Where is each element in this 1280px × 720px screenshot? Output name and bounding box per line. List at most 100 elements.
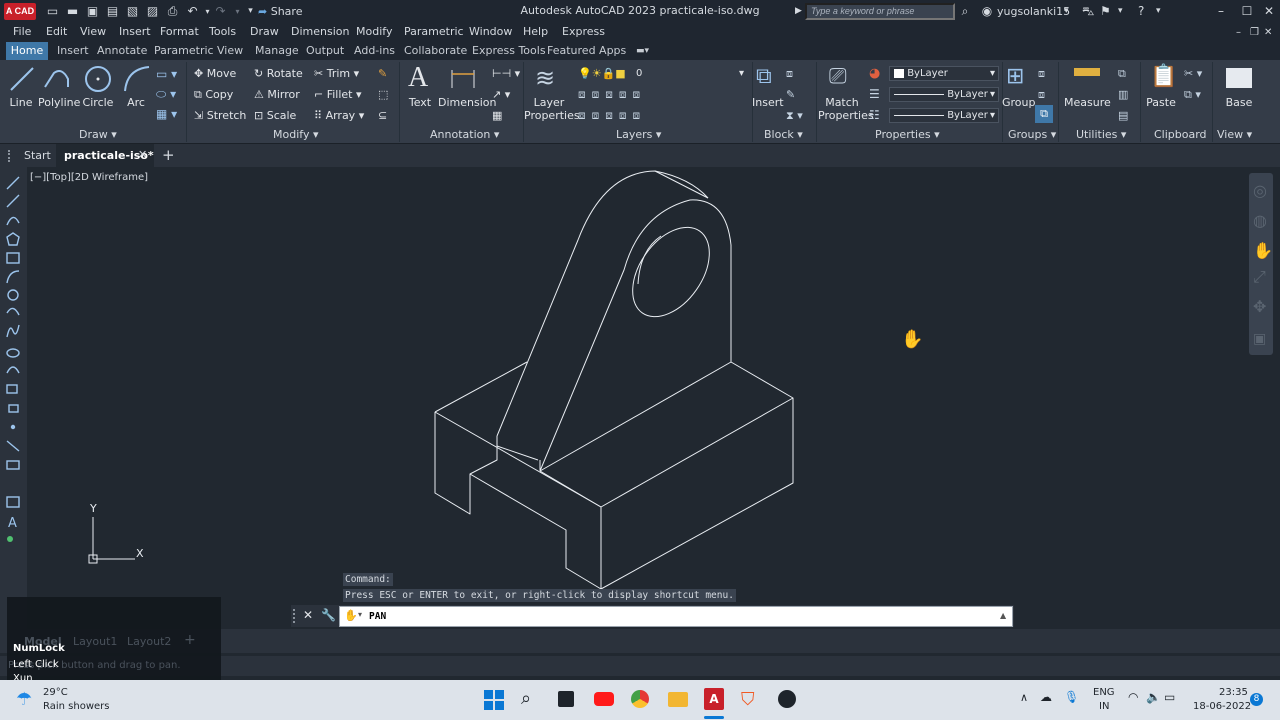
fillet-button[interactable]: ⌐ Fillet ▾ (314, 88, 362, 101)
rotate-button[interactable]: ↻ Rotate (254, 67, 303, 80)
help-icon[interactable]: ? (1138, 4, 1144, 19)
weather-temp[interactable]: 29°C (43, 687, 68, 698)
text-button[interactable]: Text (404, 96, 436, 109)
color-dropdown[interactable]: ByLayer ▾ (889, 66, 999, 81)
tab-output[interactable]: Output (306, 44, 344, 58)
tab-layout1[interactable]: Layout1 (73, 635, 117, 648)
tab-express-tools[interactable]: Express Tools (472, 44, 546, 58)
move-button[interactable]: ✥ Move (194, 67, 236, 80)
apps-icon[interactable]: ⚑ (1100, 4, 1111, 19)
layers-panel-title[interactable]: Layers ▾ (616, 128, 661, 141)
help-search-input[interactable] (805, 3, 955, 20)
customize-qat-icon[interactable]: ▾ (243, 4, 258, 19)
tab-home[interactable]: Home (6, 42, 48, 60)
count-icon[interactable]: ▥ (1118, 88, 1128, 101)
grip-icon[interactable] (293, 609, 297, 623)
clock-time[interactable]: 23:35 (1219, 687, 1248, 698)
minimize-icon[interactable]: – (1214, 4, 1228, 19)
copy-button[interactable]: ⧉ Copy (194, 88, 233, 101)
undo-icon[interactable]: ↶ (185, 4, 200, 19)
plot-icon[interactable]: ⎙ (165, 4, 180, 19)
windows-start-icon[interactable] (484, 690, 504, 710)
full-navigation-icon[interactable]: ◍ (1253, 211, 1267, 230)
insert-block-icon[interactable]: ⧉ (756, 64, 772, 89)
showmotion-icon[interactable]: ▣ (1253, 331, 1266, 347)
measure-icon[interactable] (1074, 68, 1100, 76)
hatch-icon[interactable]: ⬭ ▾ (156, 87, 176, 102)
properties-panel-title[interactable]: Properties ▾ (875, 128, 940, 141)
view-panel-title[interactable]: View ▾ (1217, 128, 1252, 141)
command-history-toggle-icon[interactable]: ▲ (1000, 611, 1006, 620)
annotation-panel-title[interactable]: Annotation ▾ (430, 128, 499, 141)
autocad-taskbar-icon[interactable]: A (704, 688, 724, 710)
zoom-extents-icon[interactable]: ⤢ (1253, 267, 1266, 287)
draw-toolbar-icons[interactable]: A (0, 167, 27, 567)
scale-button[interactable]: ⊡ Scale (254, 109, 296, 122)
clipboard-panel-title[interactable]: Clipboard (1154, 128, 1207, 141)
tab-manage[interactable]: Manage (255, 44, 299, 58)
stretch-button[interactable]: ⇲ Stretch (194, 109, 246, 122)
drawing-canvas[interactable]: ✋ Y X (27, 167, 1276, 629)
pan-icon[interactable]: ✋ (1253, 241, 1273, 260)
match-properties-icon[interactable]: ⎚ (829, 64, 847, 89)
menu-insert[interactable]: Insert (119, 25, 151, 39)
tab-layout2[interactable]: Layout2 (127, 635, 171, 648)
menu-file[interactable]: File (13, 25, 31, 39)
language-code[interactable]: ENG (1093, 687, 1115, 698)
new-file-icon[interactable]: ▭ (45, 4, 60, 19)
close-icon[interactable]: ✕ (1262, 4, 1276, 19)
trim-button[interactable]: ✂ Trim ▾ (314, 67, 359, 80)
doc-minimize-icon[interactable]: – (1236, 25, 1241, 40)
group-button[interactable]: Group (1002, 96, 1036, 109)
menu-modify[interactable]: Modify (356, 25, 392, 39)
group-selection-icon[interactable]: ⧉ (1035, 105, 1053, 123)
base-button[interactable]: Base (1222, 96, 1256, 109)
web-mobile-icon[interactable]: ▧ (125, 4, 140, 19)
quick-select-icon[interactable]: ⧉ (1118, 67, 1126, 80)
youtube-icon[interactable] (594, 692, 614, 706)
notification-badge[interactable]: 8 (1250, 693, 1263, 706)
tab-add-ins[interactable]: Add-ins (354, 44, 395, 58)
menu-window[interactable]: Window (469, 25, 512, 39)
create-block-icon[interactable]: ⧈ (786, 67, 793, 80)
ungroup-icon[interactable]: ⧈ (1038, 67, 1045, 80)
group-edit-icon[interactable]: ⧈ (1038, 88, 1045, 101)
cart-icon[interactable]: ⛍ (1082, 4, 1094, 19)
draw-panel-title[interactable]: Draw ▾ (79, 128, 117, 141)
copy-clip-icon[interactable]: ⧉ ▾ (1184, 88, 1201, 101)
share-button[interactable]: ➦ Share (258, 4, 302, 19)
command-input[interactable]: ✋ ▾ PAN ▲ (339, 606, 1013, 627)
edit-attribute-icon[interactable]: ⧗ ▾ (786, 109, 803, 122)
tab-practicale-iso[interactable]: practicale-iso* ✕ (56, 144, 154, 167)
tab-insert[interactable]: Insert (57, 44, 89, 58)
show-hidden-icons-icon[interactable]: ∧ (1020, 691, 1028, 704)
help-dropdown-icon[interactable]: ▾ (1156, 4, 1161, 19)
menu-format[interactable]: Format (160, 25, 199, 39)
cut-icon[interactable]: ✂ ▾ (1184, 67, 1202, 80)
modify-panel-title[interactable]: Modify ▾ (273, 128, 318, 141)
brave-icon[interactable]: ⛉ (741, 689, 755, 710)
group-icon[interactable]: ⊞ (1006, 64, 1024, 89)
search-taskbar-icon[interactable]: ⌕ (521, 688, 531, 709)
tab-view[interactable]: View (217, 44, 243, 58)
block-panel-title[interactable]: Block ▾ (764, 128, 803, 141)
customize-wrench-icon[interactable]: 🔧 (321, 608, 336, 622)
add-layout-icon[interactable]: + (184, 632, 196, 648)
close-command-icon[interactable]: ✕ (303, 608, 313, 622)
app-menu-button[interactable]: A CAD (4, 3, 36, 20)
tab-start[interactable]: Start (24, 149, 51, 162)
text-icon[interactable]: A (408, 62, 428, 94)
wifi-icon[interactable]: ◠ (1128, 690, 1138, 704)
leader-icon[interactable]: ↗ ▾ (492, 88, 510, 101)
close-tab-icon[interactable]: ✕ (138, 148, 147, 161)
weather-icon[interactable]: ☂ (16, 689, 32, 710)
chevron-right-icon[interactable]: ▶ (795, 4, 802, 19)
steering-wheel-icon[interactable]: ◎ (1253, 181, 1267, 200)
menu-view[interactable]: View (80, 25, 106, 39)
layer-tools-row-1[interactable]: ⧈⧈⧈⧈⧈ (578, 87, 646, 102)
layer-state-icons[interactable]: 💡☀🔒■ (578, 67, 626, 80)
orbit-icon[interactable]: ✥ (1253, 297, 1266, 316)
lineweight-dropdown[interactable]: ByLayer ▾ (889, 108, 999, 123)
gradient-icon[interactable]: ▦ ▾ (156, 107, 177, 121)
polyline-icon[interactable] (42, 65, 72, 93)
